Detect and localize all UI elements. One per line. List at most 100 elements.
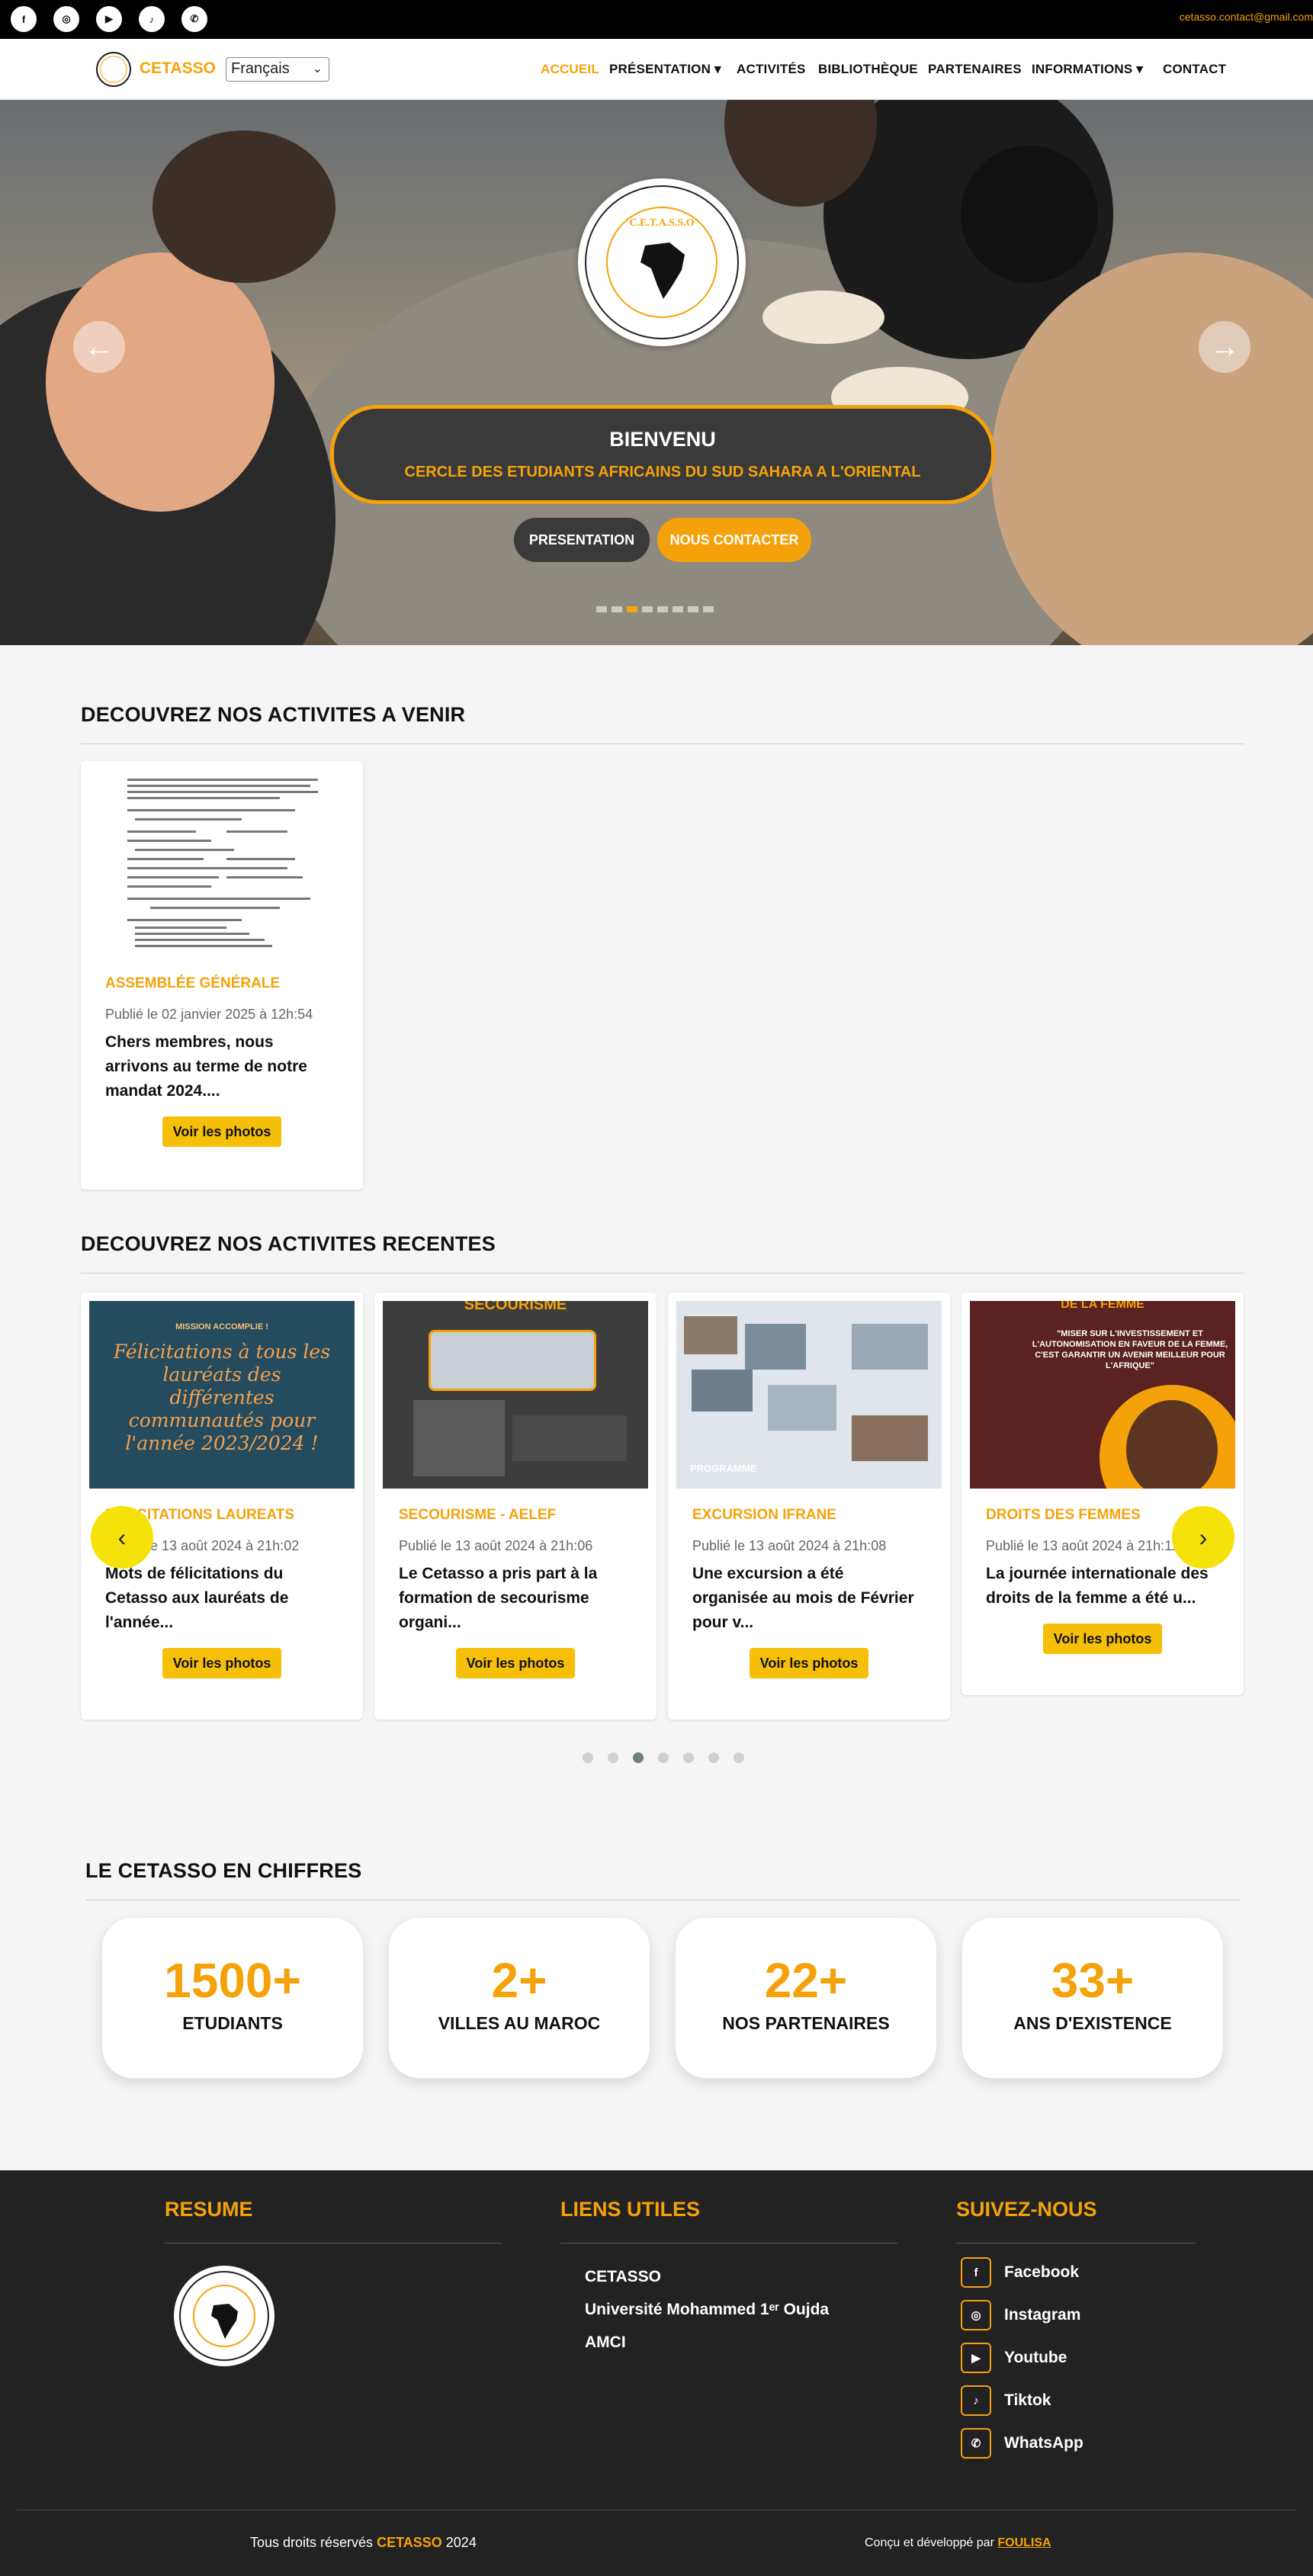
view-photos-button[interactable]: Voir les photos bbox=[162, 1116, 281, 1147]
hero-indicator[interactable] bbox=[612, 606, 622, 612]
footer-social-tiktok[interactable]: Tiktok bbox=[1004, 2391, 1051, 2410]
stat-card: 33+ ANS D'EXISTENCE bbox=[962, 1918, 1223, 2078]
card-image-droits-femmes[interactable]: DE LA FEMME "MISER SUR L'INVESTISSEMENT … bbox=[970, 1301, 1235, 1489]
hero-next-arrow-icon[interactable]: → bbox=[1199, 321, 1250, 373]
brand-name[interactable]: CETASSO bbox=[140, 59, 216, 78]
facebook-icon[interactable]: f bbox=[961, 2257, 991, 2288]
youtube-icon[interactable]: ▶ bbox=[961, 2343, 991, 2373]
nav-activites[interactable]: ACTIVITÉS bbox=[737, 62, 806, 77]
footer-follow-heading: SUIVEZ-NOUS bbox=[956, 2198, 1097, 2221]
hero-title: BIENVENU bbox=[609, 428, 716, 451]
carousel-dot[interactable] bbox=[734, 1752, 744, 1763]
whatsapp-icon[interactable]: ✆ bbox=[961, 2428, 991, 2459]
footer-social-whatsapp[interactable]: WhatsApp bbox=[1004, 2434, 1083, 2452]
hero-indicator[interactable] bbox=[703, 606, 714, 612]
top-bar: f ◎ ▶ ♪ ✆ cetasso.contact@gmail.com bbox=[0, 0, 1313, 39]
image-graphic bbox=[512, 1415, 627, 1461]
footer-social-instagram[interactable]: Instagram bbox=[1004, 2306, 1080, 2324]
card-excerpt: Mots de félicitations du Cetasso aux lau… bbox=[105, 1565, 289, 1631]
presentation-button[interactable]: PRESENTATION bbox=[514, 518, 650, 562]
footer: RESUME LIENS UTILES CETASSO Université M… bbox=[0, 2170, 1313, 2576]
card-image-secourisme[interactable]: SECOURISME bbox=[383, 1301, 648, 1489]
stat-card: 1500+ ETUDIANTS bbox=[102, 1918, 363, 2078]
card-image-ifrane[interactable]: PROGRAMME bbox=[676, 1301, 942, 1489]
footer-resume-heading: RESUME bbox=[165, 2198, 253, 2221]
card-category: ASSEMBLÉE GÉNÉRALE bbox=[105, 975, 281, 991]
credit: Conçu et développé par FOULISA bbox=[865, 2536, 1051, 2550]
copyright: Tous droits réservés CETASSO 2024 bbox=[250, 2535, 477, 2551]
hero-indicator[interactable] bbox=[673, 606, 683, 612]
card-excerpt: Chers membres, nous arrivons au terme de… bbox=[105, 1033, 307, 1100]
footer-link-universite[interactable]: Université Mohammed 1ᵉʳ Oujda bbox=[585, 2301, 829, 2319]
hero-indicator[interactable] bbox=[596, 606, 607, 612]
card-image-laureats[interactable]: MISSION ACCOMPLIE ! Félicitations à tous… bbox=[89, 1301, 355, 1489]
nav-accueil[interactable]: ACCUEIL bbox=[541, 62, 599, 77]
facebook-icon[interactable]: f bbox=[11, 6, 37, 32]
hero-indicator[interactable] bbox=[657, 606, 668, 612]
carousel-dot[interactable] bbox=[583, 1752, 593, 1763]
card-date: Publié le 02 janvier 2025 à 12h:54 bbox=[105, 1007, 313, 1022]
contact-email-link[interactable]: cetasso.contact@gmail.com bbox=[1180, 11, 1313, 23]
activity-card: PROGRAMME EXCURSION IFRANE Publié le 13 … bbox=[668, 1293, 950, 1720]
cetasso-logo[interactable] bbox=[96, 52, 131, 87]
carousel-dot[interactable] bbox=[658, 1752, 669, 1763]
contact-button[interactable]: NOUS CONTACTER bbox=[657, 518, 811, 562]
tiktok-icon[interactable]: ♪ bbox=[139, 6, 165, 32]
person-shape bbox=[152, 130, 335, 283]
footer-link-cetasso[interactable]: CETASSO bbox=[585, 2268, 661, 2286]
image-graphic bbox=[413, 1400, 505, 1476]
language-select[interactable]: Français ⌄ bbox=[226, 57, 329, 82]
hero-carousel: C.E.T.A.S.S.O ← → BIENVENU CERCLE DES ET… bbox=[0, 100, 1313, 645]
youtube-icon[interactable]: ▶ bbox=[96, 6, 122, 32]
tiktok-icon[interactable]: ♪ bbox=[961, 2385, 991, 2416]
carousel-next-icon[interactable]: › bbox=[1172, 1506, 1234, 1569]
upcoming-heading: DECOUVREZ NOS ACTIVITES A VENIR bbox=[81, 703, 466, 726]
divider bbox=[165, 2243, 502, 2244]
card-date: Publié le 13 août 2024 à 21h:11 bbox=[986, 1538, 1179, 1553]
chevron-down-icon: ⌄ bbox=[312, 63, 323, 75]
footer-social-facebook[interactable]: Facebook bbox=[1004, 2263, 1079, 2282]
view-photos-button[interactable]: Voir les photos bbox=[1043, 1624, 1162, 1654]
activity-card: SECOURISME SECOURISME - AELEF Publié le … bbox=[374, 1293, 656, 1720]
footer-links-heading: LIENS UTILES bbox=[560, 2198, 701, 2221]
view-photos-button[interactable]: Voir les photos bbox=[750, 1648, 868, 1678]
card-image-document[interactable] bbox=[89, 769, 355, 957]
hero-indicator[interactable] bbox=[642, 606, 653, 612]
footer-social-youtube[interactable]: Youtube bbox=[1004, 2349, 1067, 2367]
nav-informations[interactable]: INFORMATIONS ▾ bbox=[1032, 62, 1143, 77]
carousel-dot[interactable] bbox=[708, 1752, 719, 1763]
instagram-icon[interactable]: ◎ bbox=[53, 6, 79, 32]
card-excerpt: Le Cetasso a pris part à la formation de… bbox=[399, 1565, 598, 1631]
nav-presentation[interactable]: PRÉSENTATION ▾ bbox=[609, 62, 721, 77]
stat-number: 22+ bbox=[764, 1953, 848, 2008]
hero-indicator[interactable] bbox=[627, 606, 637, 612]
stat-card: 2+ VILLES AU MAROC bbox=[389, 1918, 650, 2078]
carousel-dot[interactable] bbox=[683, 1752, 694, 1763]
nav-partenaires[interactable]: PARTENAIRES bbox=[928, 62, 1022, 77]
image-caption: PROGRAMME bbox=[690, 1463, 757, 1474]
footer-link-amci[interactable]: AMCI bbox=[585, 2333, 626, 2352]
image-photo bbox=[429, 1330, 596, 1391]
image-photo bbox=[768, 1385, 836, 1431]
view-photos-button[interactable]: Voir les photos bbox=[456, 1648, 575, 1678]
stat-number: 1500+ bbox=[164, 1953, 301, 2008]
copyright-text: Tous droits réservés bbox=[250, 2535, 374, 2550]
image-photo bbox=[684, 1316, 737, 1354]
carousel-prev-icon[interactable]: ‹ bbox=[91, 1506, 153, 1569]
hero-indicator[interactable] bbox=[688, 606, 698, 612]
whatsapp-icon[interactable]: ✆ bbox=[181, 6, 207, 32]
credit-text: Conçu et développé par bbox=[865, 2536, 994, 2549]
carousel-dot[interactable] bbox=[608, 1752, 618, 1763]
card-category: EXCURSION IFRANE bbox=[692, 1507, 836, 1523]
stat-card: 22+ NOS PARTENAIRES bbox=[676, 1918, 936, 2078]
hero-prev-arrow-icon[interactable]: ← bbox=[73, 321, 125, 373]
instagram-icon[interactable]: ◎ bbox=[961, 2300, 991, 2330]
carousel-dot[interactable] bbox=[633, 1752, 644, 1763]
view-photos-button[interactable]: Voir les photos bbox=[162, 1648, 281, 1678]
nav-bibliotheque[interactable]: BIBLIOTHÈQUE bbox=[818, 62, 918, 77]
nav-contact[interactable]: CONTACT bbox=[1163, 62, 1226, 77]
cetasso-emblem: C.E.T.A.S.S.O bbox=[578, 178, 746, 346]
recent-heading: DECOUVREZ NOS ACTIVITES RECENTES bbox=[81, 1232, 496, 1255]
copyright-year: 2024 bbox=[445, 2535, 477, 2550]
credit-link[interactable]: FOULISA bbox=[997, 2536, 1051, 2549]
